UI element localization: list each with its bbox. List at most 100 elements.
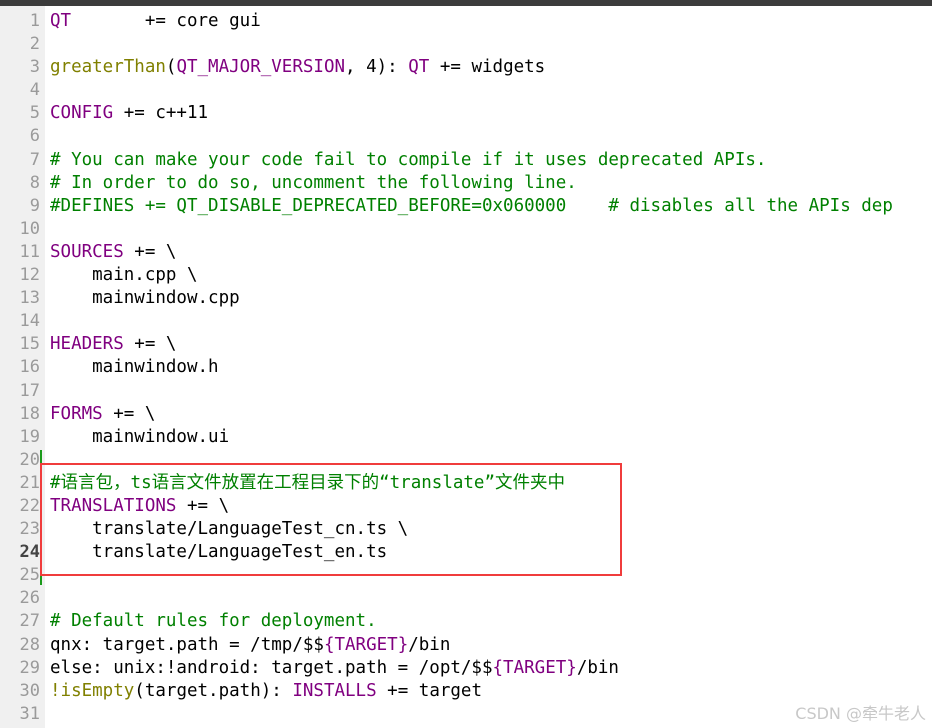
line-code: qnx: target.path = /tmp/$${TARGET}/bin [50, 634, 932, 657]
line-number: 26 [19, 588, 40, 609]
code-line[interactable]: 17 [0, 380, 932, 403]
text-token: += core gui [71, 11, 261, 31]
line-number: 23 [19, 519, 40, 540]
code-line[interactable]: 10 [0, 218, 932, 241]
code-editor[interactable]: 1 QT += core gui 2 3 greaterThan(QT_MAJOR_VE… [0, 10, 932, 726]
line-number: 22 [19, 495, 40, 516]
code-line[interactable]: 28 qnx: target.path = /tmp/$${TARGET}/bin [0, 634, 932, 657]
comment-token: # In order to do so, uncomment the follo… [50, 172, 577, 193]
line-number: 31 [19, 703, 40, 724]
watermark: CSDN @牵牛老人 [795, 704, 926, 723]
line-code: mainwindow.h [50, 356, 932, 379]
code-line[interactable]: 27 # Default rules for deployment. [0, 610, 932, 633]
keyword-token: QT [408, 57, 430, 78]
text-token: else: unix:!android: target.path = /opt/… [50, 657, 493, 678]
line-number: 19 [19, 426, 40, 447]
text-token: += \ [123, 334, 177, 355]
line-code: SOURCES += \ [50, 241, 932, 264]
keyword-token: HEADERS [50, 334, 124, 355]
code-line[interactable]: 13 mainwindow.cpp [0, 287, 932, 310]
line-number: 8 [29, 172, 40, 193]
code-line[interactable]: 1 QT += core gui [0, 10, 932, 33]
code-line[interactable]: 19 mainwindow.ui [0, 426, 932, 449]
line-code: QT += core gui [50, 10, 932, 33]
line-code: # In order to do so, uncomment the follo… [50, 172, 932, 195]
line-number: 28 [19, 634, 40, 655]
text-token: main.cpp \ [50, 265, 198, 286]
code-line[interactable]: 31 [0, 703, 932, 726]
code-line[interactable]: 2 [0, 33, 932, 56]
line-number: 1 [29, 11, 40, 31]
line-number: 7 [29, 149, 40, 170]
text-token: mainwindow.cpp [50, 288, 240, 309]
line-number: 20 [19, 449, 40, 470]
function-token: greaterThan [50, 57, 166, 78]
line-number: 11 [19, 241, 40, 262]
text-token: (target.path): [134, 680, 293, 701]
code-line[interactable]: 26 [0, 587, 932, 610]
line-code: HEADERS += \ [50, 333, 932, 356]
comment-token: # You can make your code fail to compile… [50, 149, 767, 170]
code-line[interactable]: 7 # You can make your code fail to compil… [0, 149, 932, 172]
keyword-token: QT [50, 11, 72, 31]
code-line[interactable]: 30 !isEmpty(target.path): INSTALLS += tar… [0, 680, 932, 703]
code-line[interactable]: 18 FORMS += \ [0, 403, 932, 426]
comment-token: #DEFINES += QT_DISABLE_DEPRECATED_BEFORE… [50, 195, 893, 216]
keyword-token: CONFIG [50, 103, 114, 124]
line-number: 25 [19, 565, 40, 586]
code-line[interactable]: 4 [0, 79, 932, 102]
line-number: 24 [19, 542, 40, 563]
line-number: 9 [29, 195, 40, 216]
line-number: 16 [19, 357, 40, 378]
code-line[interactable]: 8 # In order to do so, uncomment the foll… [0, 172, 932, 195]
line-number: 3 [29, 57, 40, 78]
line-code: mainwindow.cpp [50, 287, 932, 310]
code-line[interactable]: 15 HEADERS += \ [0, 333, 932, 356]
keyword-token: QT_MAJOR_VERSION [176, 57, 346, 78]
line-number: 14 [19, 311, 40, 332]
comment-token: # Default rules for deployment. [50, 611, 377, 632]
line-number: 5 [29, 103, 40, 124]
code-line[interactable]: 29 else: unix:!android: target.path = /op… [0, 657, 932, 680]
code-line[interactable]: 6 [0, 125, 932, 148]
line-number: 27 [19, 611, 40, 632]
text-token: /bin [408, 634, 451, 655]
keyword-token: SOURCES [50, 241, 124, 262]
code-line[interactable]: 16 mainwindow.h [0, 356, 932, 379]
text-token: /bin [576, 657, 619, 678]
line-number: 12 [19, 265, 40, 286]
code-line[interactable]: 5 CONFIG += c++11 [0, 102, 932, 125]
line-number: 13 [19, 288, 40, 309]
code-line[interactable]: 11 SOURCES += \ [0, 241, 932, 264]
text-token: qnx: target.path = /tmp/$$ [50, 634, 324, 655]
keyword-token: INSTALLS [292, 680, 377, 701]
function-token: !isEmpty [50, 680, 135, 701]
line-code: FORMS += \ [50, 403, 932, 426]
code-line[interactable]: 12 main.cpp \ [0, 264, 932, 287]
line-code: main.cpp \ [50, 264, 932, 287]
line-number: 10 [19, 218, 40, 239]
line-code: CONFIG += c++11 [50, 102, 932, 125]
line-number: 4 [29, 80, 40, 101]
text-token: , 4): [345, 57, 409, 78]
text-token: mainwindow.h [50, 357, 219, 378]
text-token: += c++11 [113, 103, 209, 124]
line-code: mainwindow.ui [50, 426, 932, 449]
line-code: # You can make your code fail to compile… [50, 149, 932, 172]
window-tab-bar [0, 0, 932, 6]
line-number: 21 [19, 472, 40, 493]
line-number: 29 [19, 657, 40, 678]
line-number: 15 [19, 334, 40, 355]
text-token: += widgets [429, 57, 546, 78]
line-number: 6 [29, 126, 40, 147]
code-line[interactable]: 14 [0, 310, 932, 333]
line-number: 2 [29, 34, 40, 55]
text-token: += \ [102, 403, 156, 424]
text-token: += target [376, 680, 482, 701]
highlight-box [40, 463, 622, 576]
keyword-token: FORMS [50, 403, 103, 424]
text-token: mainwindow.ui [50, 426, 230, 447]
keyword-token: {TARGET} [492, 657, 577, 678]
code-line[interactable]: 3 greaterThan(QT_MAJOR_VERSION, 4): QT +=… [0, 56, 932, 79]
code-line[interactable]: 9 #DEFINES += QT_DISABLE_DEPRECATED_BEFOR… [0, 195, 932, 218]
